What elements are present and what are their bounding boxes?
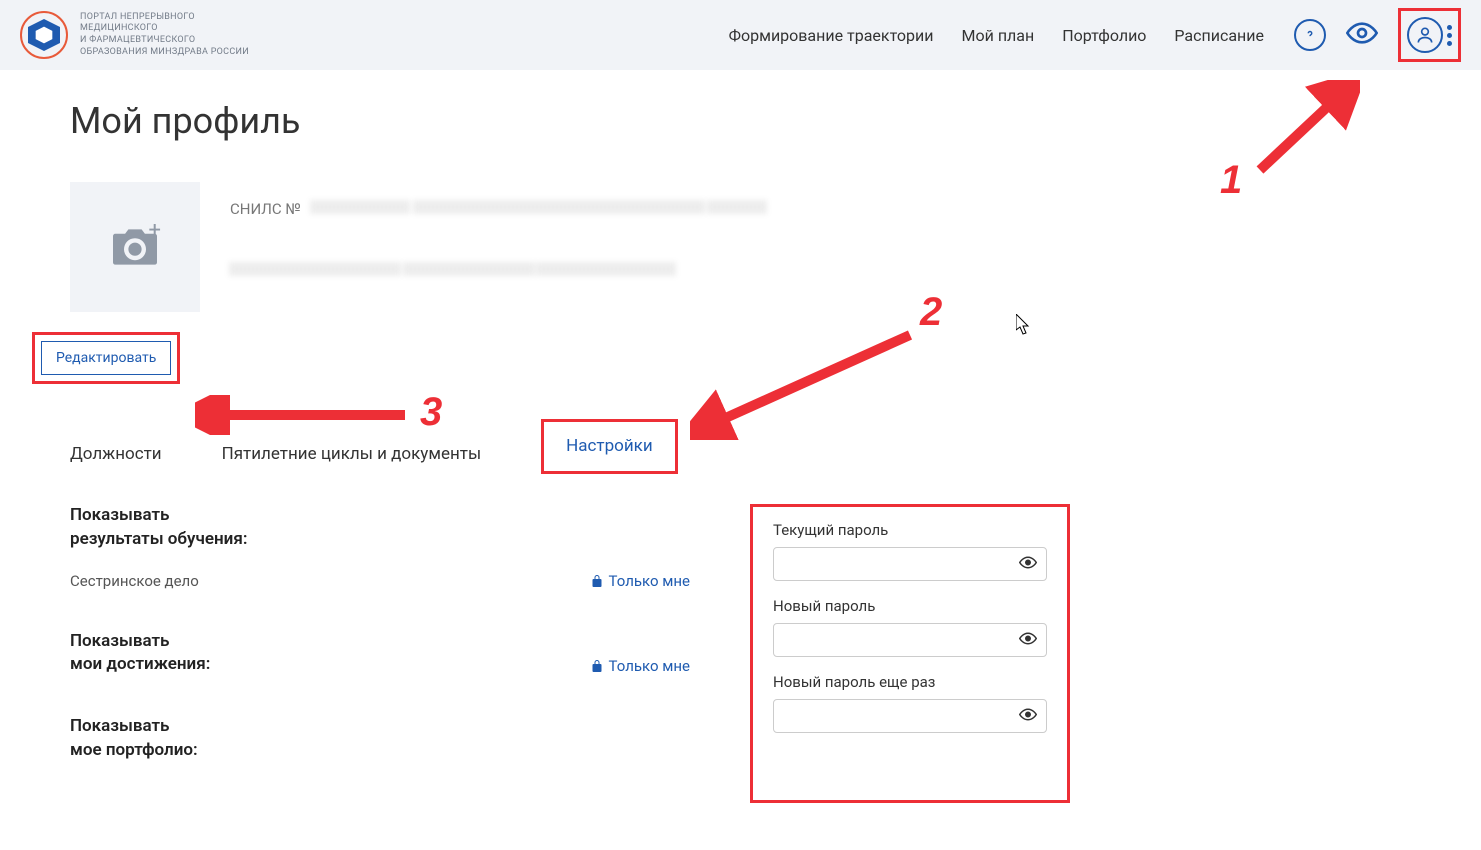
password-panel: Текущий пароль Новый пароль — [750, 504, 1070, 803]
current-password-label: Текущий пароль — [773, 521, 1047, 539]
info-blurred-1 — [708, 200, 768, 214]
visibility-nursing[interactable]: Только мне — [591, 572, 690, 590]
help-icon[interactable] — [1294, 19, 1326, 51]
nav-schedule[interactable]: Расписание — [1174, 26, 1264, 45]
profile-section: + Редактировать СНИЛС № — [70, 182, 1411, 384]
profile-icon-highlight — [1398, 8, 1461, 62]
edit-button[interactable]: Редактировать — [41, 341, 171, 375]
eye-toggle-icon[interactable] — [1019, 707, 1037, 726]
tab-cycles[interactable]: Пятилетние циклы и документы — [222, 434, 482, 474]
repeat-password-label: Новый пароль еще раз — [773, 673, 1047, 691]
settings-visibility: Показывать результаты обучения: Сестринс… — [70, 504, 690, 803]
page-title: Мой профиль — [70, 100, 1411, 142]
nav-my-plan[interactable]: Мой план — [962, 26, 1035, 45]
repeat-password-input[interactable] — [773, 699, 1047, 733]
tabs: Должности Пятилетние циклы и документы Н… — [70, 434, 1411, 474]
eye-toggle-icon[interactable] — [1019, 631, 1037, 650]
current-password-input[interactable] — [773, 547, 1047, 581]
lock-icon — [591, 659, 603, 673]
plus-icon: + — [149, 218, 161, 243]
main-nav: Формирование траектории Мой план Портфол… — [729, 26, 1264, 45]
logo-icon — [20, 11, 68, 59]
photo-placeholder[interactable]: + — [70, 182, 200, 312]
lock-icon — [591, 574, 603, 588]
tab-settings[interactable]: Настройки — [566, 436, 653, 456]
logo-text: ПОРТАЛ НЕПРЕРЫВНОГО МЕДИЦИНСКОГО И ФАРМА… — [80, 12, 249, 59]
info-blurred-3 — [404, 262, 534, 276]
photo-block: + Редактировать — [70, 182, 200, 384]
new-password-label: Новый пароль — [773, 597, 1047, 615]
new-password-input[interactable] — [773, 623, 1047, 657]
header-icons — [1294, 8, 1461, 62]
visibility-achievements[interactable]: Только мне — [591, 657, 690, 675]
info-blurred-2 — [230, 262, 400, 276]
nav-trajectory[interactable]: Формирование траектории — [729, 26, 934, 45]
settings-section: Показывать результаты обучения: Сестринс… — [70, 504, 1411, 803]
profile-icon[interactable] — [1407, 17, 1443, 53]
edit-button-highlight: Редактировать — [32, 332, 180, 384]
show-results-label: Показывать результаты обучения: — [70, 504, 690, 552]
nursing-label: Сестринское дело — [70, 572, 199, 590]
visibility-icon[interactable] — [1346, 22, 1378, 48]
tab-positions[interactable]: Должности — [70, 434, 162, 474]
logo-block: ПОРТАЛ НЕПРЕРЫВНОГО МЕДИЦИНСКОГО И ФАРМА… — [20, 11, 249, 59]
snils-value-blurred — [311, 200, 411, 214]
eye-toggle-icon[interactable] — [1019, 555, 1037, 574]
dots-menu-icon[interactable] — [1447, 25, 1452, 46]
info-blurred-4 — [537, 262, 677, 276]
name-blurred — [414, 200, 704, 214]
nav-portfolio[interactable]: Портфолио — [1062, 26, 1146, 45]
header: ПОРТАЛ НЕПРЕРЫВНОГО МЕДИЦИНСКОГО И ФАРМА… — [0, 0, 1481, 70]
profile-info: СНИЛС № — [230, 182, 768, 384]
show-portfolio-label: Показывать мое портфолио: — [70, 715, 690, 763]
tab-settings-highlight: Настройки — [541, 419, 678, 474]
snils-label: СНИЛС № — [230, 200, 301, 218]
